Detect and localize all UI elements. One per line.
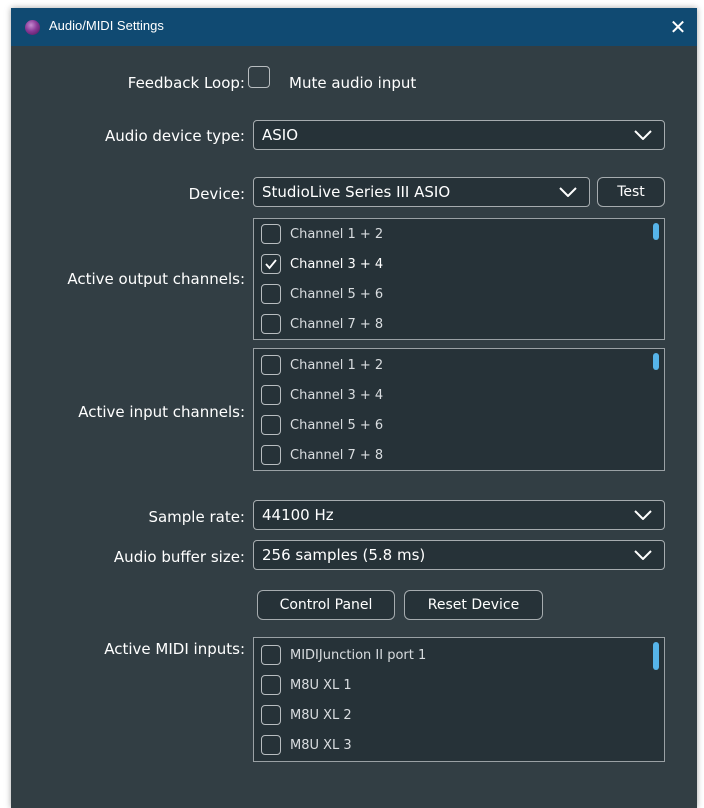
- list-item-label: Channel 3 + 4: [290, 387, 384, 403]
- list-item-label: MIDIJunction II port 1: [290, 647, 427, 663]
- list-item-label: M8U XL 3: [290, 737, 352, 753]
- title-bar: Audio/MIDI Settings ✕: [11, 8, 697, 46]
- checkbox[interactable]: [261, 705, 281, 725]
- checkbox[interactable]: [261, 445, 281, 465]
- checkbox[interactable]: [261, 314, 281, 334]
- chevron-down-icon: [559, 187, 577, 197]
- output-channels-list: Channel 1 + 2 Channel 3 + 4 Channel 5 + …: [253, 218, 665, 340]
- checkbox[interactable]: [261, 254, 281, 274]
- reset-device-button[interactable]: Reset Device: [404, 590, 543, 620]
- checkbox[interactable]: [261, 355, 281, 375]
- control-panel-button[interactable]: Control Panel: [257, 590, 395, 620]
- active-input-channels-label: Active input channels:: [78, 403, 245, 421]
- feedback-loop-label: Feedback Loop:: [127, 74, 245, 92]
- mute-audio-input-checkbox[interactable]: [248, 66, 270, 88]
- chevron-down-icon: [634, 550, 652, 560]
- checkbox[interactable]: [261, 675, 281, 695]
- midi-inputs-list: MIDIJunction II port 1 M8U XL 1 M8U XL 2…: [253, 637, 665, 762]
- list-item[interactable]: Channel 7 + 8: [261, 444, 383, 466]
- list-item-label: Channel 7 + 8: [290, 447, 384, 463]
- list-item-label: Channel 1 + 2: [290, 357, 384, 373]
- list-item[interactable]: Channel 1 + 2: [261, 354, 383, 376]
- checkmark-icon: [265, 259, 277, 270]
- list-item-label: Channel 5 + 6: [290, 286, 384, 302]
- list-item-label: M8U XL 1: [290, 677, 352, 693]
- input-channels-scrollbar[interactable]: [653, 353, 659, 370]
- list-item[interactable]: M8U XL 3: [261, 734, 352, 756]
- app-icon: [25, 20, 40, 35]
- device-value: StudioLive Series III ASIO: [262, 183, 451, 201]
- audio-device-type-value: ASIO: [262, 126, 299, 144]
- audio-buffer-size-dropdown[interactable]: 256 samples (5.8 ms): [253, 540, 665, 570]
- close-icon[interactable]: ✕: [659, 8, 697, 46]
- checkbox[interactable]: [261, 735, 281, 755]
- list-item-label: Channel 7 + 8: [290, 316, 384, 332]
- chevron-down-icon: [634, 130, 652, 140]
- list-item[interactable]: Channel 3 + 4: [261, 384, 383, 406]
- device-dropdown[interactable]: StudioLive Series III ASIO: [253, 177, 590, 207]
- list-item[interactable]: M8U XL 2: [261, 704, 352, 726]
- list-item-label: Channel 3 + 4: [290, 256, 384, 272]
- chevron-down-icon: [634, 510, 652, 520]
- list-item-label: Channel 5 + 6: [290, 417, 384, 433]
- list-item[interactable]: MIDIJunction II port 1: [261, 644, 426, 666]
- input-channels-list: Channel 1 + 2 Channel 3 + 4 Channel 5 + …: [253, 348, 665, 471]
- checkbox[interactable]: [261, 224, 281, 244]
- checkbox[interactable]: [261, 284, 281, 304]
- active-midi-inputs-label: Active MIDI inputs:: [104, 640, 245, 658]
- device-label: Device:: [188, 185, 245, 203]
- checkbox[interactable]: [261, 645, 281, 665]
- list-item[interactable]: Channel 3 + 4: [261, 253, 383, 275]
- sample-rate-value: 44100 Hz: [262, 506, 334, 524]
- list-item[interactable]: Channel 1 + 2: [261, 223, 383, 245]
- list-item[interactable]: M8U XL 1: [261, 674, 352, 696]
- list-item-label: Channel 1 + 2: [290, 226, 384, 242]
- window-title: Audio/MIDI Settings: [49, 18, 164, 33]
- list-item[interactable]: Channel 7 + 8: [261, 313, 383, 335]
- list-item[interactable]: Channel 5 + 6: [261, 283, 383, 305]
- audio-buffer-size-label: Audio buffer size:: [113, 548, 245, 566]
- audio-device-type-dropdown[interactable]: ASIO: [253, 120, 665, 150]
- checkbox[interactable]: [261, 385, 281, 405]
- sample-rate-label: Sample rate:: [148, 508, 245, 526]
- mute-audio-input-label[interactable]: Mute audio input: [289, 74, 416, 92]
- midi-inputs-scrollbar[interactable]: [653, 642, 659, 670]
- active-output-channels-label: Active output channels:: [67, 270, 245, 288]
- audio-device-type-label: Audio device type:: [104, 127, 245, 145]
- list-item-label: M8U XL 2: [290, 707, 352, 723]
- checkbox[interactable]: [261, 415, 281, 435]
- output-channels-scrollbar[interactable]: [653, 223, 659, 240]
- list-item[interactable]: Channel 5 + 6: [261, 414, 383, 436]
- test-button[interactable]: Test: [597, 177, 665, 207]
- audio-buffer-size-value: 256 samples (5.8 ms): [262, 546, 426, 564]
- sample-rate-dropdown[interactable]: 44100 Hz: [253, 500, 665, 530]
